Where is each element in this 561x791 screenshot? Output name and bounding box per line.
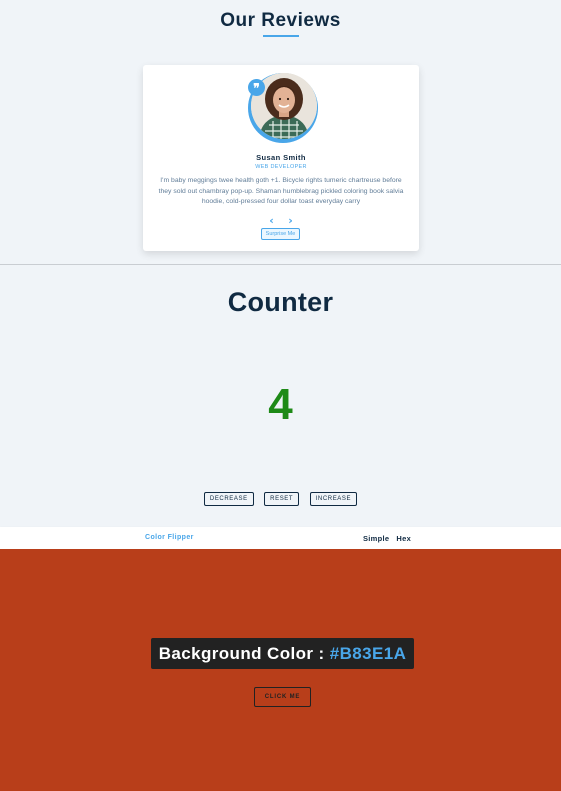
counter-title: Counter [227, 287, 334, 317]
counter-value: 4 [268, 380, 293, 429]
counter-section: Counter 4 DECREASE RESET INCREASE [0, 265, 561, 527]
surprise-me-button[interactable]: Surprise Me [261, 228, 300, 240]
nav-link-hex[interactable]: Hex [396, 534, 411, 543]
counter-buttons: DECREASE RESET INCREASE [0, 487, 561, 506]
nav-links: Simple Hex [363, 534, 418, 543]
review-job: WEB DEVELOPER [255, 164, 307, 170]
nav-link-simple[interactable]: Simple [363, 534, 389, 543]
background-color-display: Background Color : #B83E1A [151, 638, 414, 669]
review-card: ❞ Susan Smith WEB DEVELOPER I'm baby meg… [143, 65, 419, 251]
review-author: Susan Smith [256, 153, 306, 162]
background-color-hex: #B83E1A [329, 644, 407, 663]
reviews-title: Our Reviews [220, 10, 341, 31]
decrease-button[interactable]: DECREASE [203, 492, 254, 506]
next-review-button[interactable]: › [288, 214, 293, 227]
quote-icon: ❞ [248, 79, 265, 96]
nav-brand[interactable]: Color Flipper [145, 534, 194, 541]
background-color-label: Background Color : [158, 644, 330, 663]
increase-button[interactable]: INCREASE [309, 492, 358, 506]
title-underline [263, 35, 299, 37]
prev-review-button[interactable]: ‹ [269, 214, 274, 227]
review-text: I'm baby meggings twee health goth +1. B… [158, 177, 404, 205]
color-flipper-nav: Color Flipper Simple Hex [0, 527, 561, 549]
reviews-section: Our Reviews ❞ Susan Smith WEB DEVELOPER … [0, 0, 561, 264]
review-arrows: ‹ › [143, 211, 419, 229]
color-flipper-main: Background Color : #B83E1A CLICK ME [0, 549, 561, 791]
reset-button[interactable]: RESET [264, 492, 300, 506]
click-me-button[interactable]: CLICK ME [254, 687, 311, 707]
avatar-ring: ❞ [248, 73, 318, 143]
